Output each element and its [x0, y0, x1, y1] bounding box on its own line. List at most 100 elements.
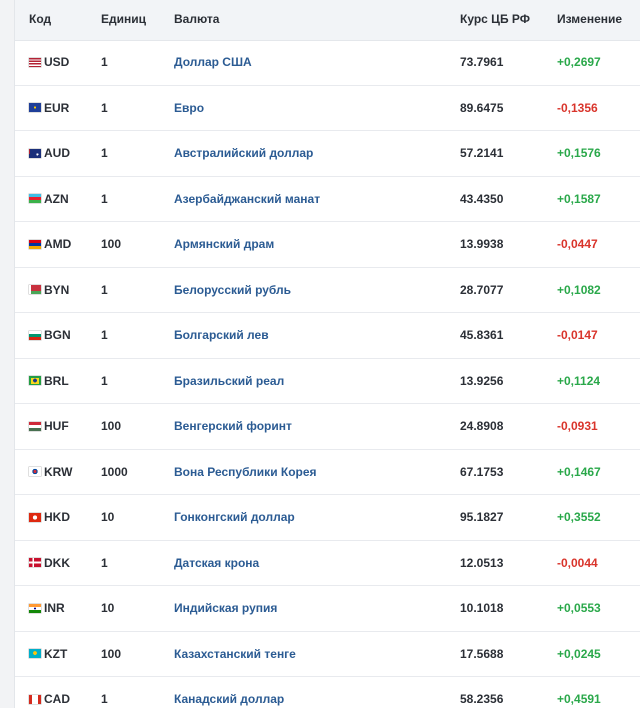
- code-cell: AZN: [29, 192, 69, 206]
- currency-name-link[interactable]: Доллар США: [174, 55, 252, 69]
- code-cell: EUR: [29, 101, 69, 115]
- hk-flag-icon: [29, 512, 41, 522]
- currency-name-link[interactable]: Белорусский рубль: [174, 283, 291, 297]
- table-row: USD 1 Доллар США 73.7961 +0,2697: [15, 40, 640, 86]
- dk-flag-icon: [29, 558, 41, 567]
- change-cell: +0,2697: [557, 55, 601, 69]
- currency-code: KZT: [44, 646, 68, 661]
- rate-cell: 13.9256: [460, 373, 504, 388]
- header-code[interactable]: Код: [29, 12, 51, 26]
- table-row: BGN 1 Болгарский лев 45.8361 -0,0147: [15, 313, 640, 359]
- code-cell: USD: [29, 55, 69, 69]
- currency-name-link[interactable]: Канадский доллар: [174, 692, 284, 706]
- currency-code: EUR: [44, 100, 70, 115]
- table-header: Код Единиц Валюта Курс ЦБ РФ Изменение: [15, 0, 640, 41]
- rate-cell: 28.7077: [460, 282, 504, 297]
- currency-code: KRW: [44, 464, 73, 479]
- code-cell: CAD: [29, 692, 70, 706]
- rate-cell: 43.4350: [460, 191, 504, 206]
- hu-flag-icon: [29, 421, 41, 431]
- table-row: HKD 10 Гонконгский доллар 95.1827 +0,3552: [15, 495, 640, 541]
- code-cell: BYN: [29, 283, 69, 297]
- change-cell: +0,0553: [557, 601, 601, 615]
- table-row: BYN 1 Белорусский рубль 28.7077 +0,1082: [15, 268, 640, 313]
- table-row: BRL 1 Бразильский реал 13.9256 +0,1124: [15, 359, 640, 404]
- unit-cell: 1: [101, 692, 108, 706]
- rate-cell: 45.8361: [460, 328, 504, 342]
- header-unit[interactable]: Единиц: [101, 12, 146, 26]
- table-row: AMD 100 Армянский драм 13.9938 -0,0447: [15, 222, 640, 268]
- change-cell: +0,3552: [557, 510, 601, 524]
- currency-code: BRL: [44, 373, 69, 388]
- eu-flag-icon: [29, 103, 41, 112]
- rate-cell: 24.8908: [460, 419, 504, 433]
- currency-code: USD: [44, 55, 70, 69]
- code-cell: BRL: [29, 374, 69, 388]
- code-cell: HKD: [29, 510, 70, 524]
- code-cell: KZT: [29, 647, 67, 661]
- currency-name-link[interactable]: Болгарский лев: [174, 328, 269, 342]
- code-cell: INR: [29, 601, 65, 615]
- unit-cell: 10: [101, 510, 115, 524]
- unit-cell: 1: [101, 191, 108, 206]
- currency-code: BYN: [44, 282, 70, 297]
- change-cell: +0,4591: [557, 692, 601, 706]
- currency-name-link[interactable]: Армянский драм: [174, 237, 274, 251]
- currency-code: HUF: [44, 419, 69, 433]
- table-row: CAD 1 Канадский доллар 58.2356 +0,4591: [15, 677, 640, 708]
- table-row: DKK 1 Датская крона 12.0513 -0,0044: [15, 541, 640, 586]
- unit-cell: 1: [101, 373, 108, 388]
- rate-cell: 13.9938: [460, 237, 504, 251]
- unit-cell: 1000: [101, 464, 128, 479]
- currency-name-link[interactable]: Вона Республики Корея: [174, 465, 317, 479]
- code-cell: AMD: [29, 237, 71, 251]
- currency-name-link[interactable]: Бразильский реал: [174, 374, 284, 388]
- rate-cell: 89.6475: [460, 100, 504, 115]
- currency-code: AMD: [44, 237, 72, 251]
- rate-cell: 57.2141: [460, 146, 504, 160]
- unit-cell: 1: [101, 555, 108, 570]
- unit-cell: 1: [101, 100, 108, 115]
- unit-cell: 1: [101, 146, 108, 160]
- currency-name-link[interactable]: Азербайджанский манат: [174, 192, 320, 206]
- currency-code: HKD: [44, 510, 70, 524]
- currency-code: INR: [44, 601, 65, 615]
- code-cell: AUD: [29, 146, 70, 160]
- change-cell: -0,0147: [557, 328, 598, 342]
- header-currency[interactable]: Валюта: [174, 12, 219, 26]
- rate-cell: 12.0513: [460, 555, 504, 570]
- change-cell: -0,0931: [557, 419, 598, 433]
- rate-cell: 67.1753: [460, 464, 504, 479]
- currency-name-link[interactable]: Евро: [174, 101, 204, 115]
- change-cell: -0,1356: [557, 100, 598, 115]
- currency-code: BGN: [44, 328, 71, 342]
- change-cell: -0,0044: [557, 555, 598, 570]
- table-row: AZN 1 Азербайджанский манат 43.4350 +0,1587: [15, 177, 640, 222]
- az-flag-icon: [29, 194, 41, 203]
- unit-cell: 1: [101, 282, 108, 297]
- table-row: HUF 100 Венгерский форинт 24.8908 -0,0931: [15, 404, 640, 450]
- table-body: USD 1 Доллар США 73.7961 +0,2697 EUR 1 Евро 89.6…: [15, 40, 640, 708]
- code-cell: DKK: [29, 556, 70, 570]
- currency-name-link[interactable]: Индийская рупия: [174, 601, 277, 615]
- currency-name-link[interactable]: Датская крона: [174, 556, 259, 570]
- code-cell: KRW: [29, 465, 72, 479]
- currency-table: Код Единиц Валюта Курс ЦБ РФ Изменение U…: [14, 0, 640, 708]
- rate-cell: 10.1018: [460, 601, 504, 615]
- header-rate[interactable]: Курс ЦБ РФ: [460, 12, 530, 26]
- currency-name-link[interactable]: Австралийский доллар: [174, 146, 313, 160]
- currency-name-link[interactable]: Гонконгский доллар: [174, 510, 295, 524]
- rate-cell: 17.5688: [460, 646, 504, 661]
- header-change[interactable]: Изменение: [557, 12, 622, 26]
- in-flag-icon: [29, 603, 41, 613]
- au-flag-icon: [29, 148, 41, 158]
- currency-name-link[interactable]: Казахстанский тенге: [174, 647, 296, 661]
- code-cell: HUF: [29, 419, 69, 433]
- currency-name-link[interactable]: Венгерский форинт: [174, 419, 292, 433]
- rate-cell: 73.7961: [460, 55, 504, 69]
- currency-code: CAD: [44, 692, 70, 706]
- currency-code: AUD: [44, 146, 70, 160]
- br-flag-icon: [29, 376, 41, 385]
- change-cell: +0,0245: [557, 646, 601, 661]
- table-row: KZT 100 Казахстанский тенге 17.5688 +0,0245: [15, 632, 640, 677]
